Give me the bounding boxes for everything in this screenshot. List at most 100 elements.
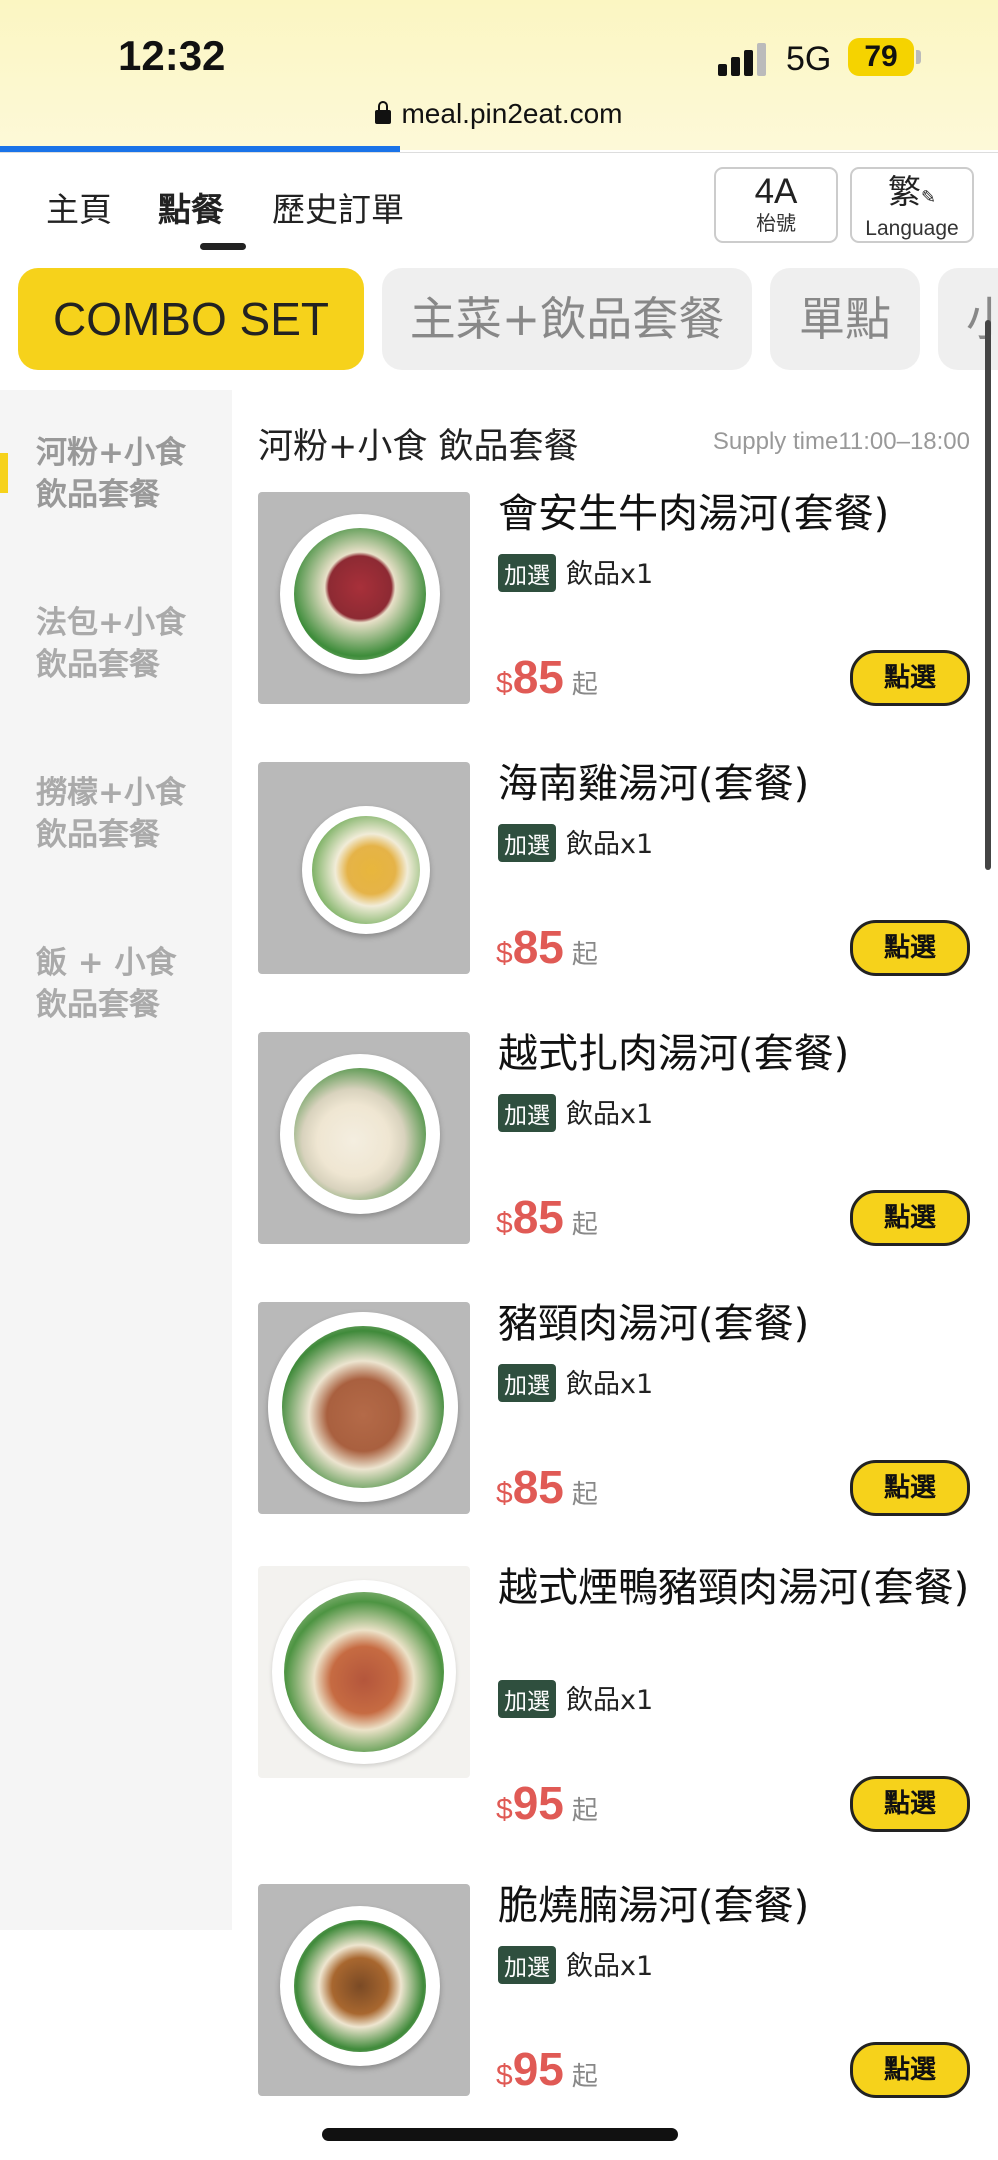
item-price: $85 起 (496, 920, 598, 974)
price-amount: 85 (512, 1461, 564, 1513)
status-time: 12:32 (118, 32, 226, 79)
price-from: 起 (571, 2061, 598, 2091)
scrollbar[interactable] (985, 320, 991, 870)
select-button[interactable]: 點選 (850, 2042, 970, 2098)
item-option: 加選 飲品x1 (498, 1092, 653, 1132)
sidebar-item-rice-combo[interactable]: 飯 + 小食 飲品套餐 (36, 942, 226, 1026)
menu-item[interactable]: 豬頸肉湯河(套餐) 加選 飲品x1 $85 起 點選 (258, 1301, 970, 1516)
table-label: 枱號 (756, 211, 796, 235)
tab-history[interactable]: 歷史訂單 (272, 183, 404, 231)
price-amount: 85 (512, 651, 564, 703)
price-from: 起 (571, 939, 598, 969)
option-badge: 加選 (498, 1946, 556, 1984)
sidebar-item-line1: 法包+小食 (36, 605, 186, 641)
price-amount: 95 (512, 2043, 564, 2095)
price-amount: 95 (512, 1777, 564, 1829)
select-button[interactable]: 點選 (850, 650, 970, 706)
menu-item[interactable]: 越式煙鴨豬頸肉湯河(套餐) 加選 飲品x1 $95 起 點選 (258, 1565, 970, 1832)
home-indicator[interactable] (322, 2128, 678, 2141)
item-option: 加選 飲品x1 (498, 822, 653, 862)
select-button[interactable]: 點選 (850, 1190, 970, 1246)
table-number: 4A (754, 172, 798, 211)
sidebar-item-line2: 飲品套餐 (36, 817, 160, 853)
dish-photo (258, 1302, 470, 1514)
dish-photo (258, 492, 470, 704)
active-category-marker (0, 453, 8, 493)
section-title: 河粉+小食 飲品套餐 (258, 427, 579, 467)
address-bar[interactable]: meal.pin2eat.com (0, 98, 998, 130)
supply-time: Supply time11:00–18:00 (712, 428, 970, 455)
sidebar-item-vermicelli-combo[interactable]: 撈檬+小食 飲品套餐 (36, 772, 226, 856)
select-button[interactable]: 點選 (850, 1776, 970, 1832)
top-nav: 主頁 點餐 歷史訂單 4A 枱號 繁✎ Language (0, 152, 998, 253)
battery-icon: 79 (848, 38, 914, 76)
price-from: 起 (571, 1209, 598, 1239)
dish-photo (258, 1032, 470, 1244)
menu-item[interactable]: 越式扎肉湯河(套餐) 加選 飲品x1 $85 起 點選 (258, 1031, 970, 1246)
sidebar-item-line2: 飲品套餐 (36, 647, 160, 683)
sidebar-item-line1: 飯 + 小食 (36, 945, 177, 981)
price-amount: 85 (512, 1191, 564, 1243)
item-name: 會安生牛肉湯河(套餐) (498, 491, 890, 537)
price-currency: $ (496, 937, 513, 970)
category-bar: COMBO SET 主菜+飲品套餐 單點 小 (0, 268, 998, 372)
item-option: 加選 飲品x1 (498, 1678, 653, 1718)
dish-photo (258, 1566, 470, 1778)
option-badge: 加選 (498, 1094, 556, 1132)
sidebar-item-line1: 河粉+小食 (36, 435, 186, 471)
category-single-item[interactable]: 單點 (770, 268, 920, 370)
price-currency: $ (496, 1793, 513, 1826)
price-currency: $ (496, 1207, 513, 1240)
tab-order[interactable]: 點餐 (158, 183, 224, 231)
menu-item[interactable]: 脆燒腩湯河(套餐) 加選 飲品x1 $95 起 點選 (258, 1883, 970, 2098)
table-number-button[interactable]: 4A 枱號 (714, 167, 838, 243)
price-from: 起 (571, 669, 598, 699)
active-tab-indicator (200, 243, 246, 250)
item-price: $95 起 (496, 2042, 598, 2096)
option-text: 飲品x1 (566, 559, 654, 590)
option-text: 飲品x1 (566, 829, 654, 860)
item-name: 越式扎肉湯河(套餐) (498, 1031, 850, 1077)
language-label: Language (865, 217, 959, 240)
dish-photo (258, 762, 470, 974)
option-badge: 加選 (498, 1680, 556, 1718)
option-badge: 加選 (498, 554, 556, 592)
category-main-drink-set[interactable]: 主菜+飲品套餐 (382, 268, 752, 370)
select-button[interactable]: 點選 (850, 920, 970, 976)
item-option: 加選 飲品x1 (498, 1362, 653, 1402)
item-option: 加選 飲品x1 (498, 552, 653, 592)
sidebar-item-line2: 飲品套餐 (36, 477, 160, 513)
price-from: 起 (571, 1795, 598, 1825)
price-currency: $ (496, 2059, 513, 2092)
dish-photo (258, 1884, 470, 2096)
sidebar-item-pho-combo[interactable]: 河粉+小食 飲品套餐 (36, 432, 226, 516)
item-price: $95 起 (496, 1776, 598, 1830)
option-text: 飲品x1 (566, 1369, 654, 1400)
tab-home[interactable]: 主頁 (46, 183, 112, 231)
sidebar-item-line2: 飲品套餐 (36, 987, 160, 1023)
battery-tip (916, 50, 921, 64)
category-combo-set[interactable]: COMBO SET (18, 268, 364, 370)
option-text: 飲品x1 (566, 1951, 654, 1982)
item-option: 加選 飲品x1 (498, 1944, 653, 1984)
language-button[interactable]: 繁✎ Language (850, 167, 974, 243)
signal-icon (718, 42, 768, 76)
menu-item[interactable]: 海南雞湯河(套餐) 加選 飲品x1 $85 起 點選 (258, 761, 970, 976)
price-currency: $ (496, 1477, 513, 1510)
item-price: $85 起 (496, 1190, 598, 1244)
pencil-icon: ✎ (920, 187, 937, 208)
option-text: 飲品x1 (566, 1099, 654, 1130)
option-badge: 加選 (498, 1364, 556, 1402)
item-name: 海南雞湯河(套餐) (498, 761, 810, 807)
language-char: 繁 (887, 172, 921, 211)
select-button[interactable]: 點選 (850, 1460, 970, 1516)
price-amount: 85 (512, 921, 564, 973)
item-price: $85 起 (496, 1460, 598, 1514)
category-sidebar: 河粉+小食 飲品套餐 法包+小食 飲品套餐 撈檬+小食 飲品套餐 飯 + 小食 … (0, 390, 232, 1930)
url-text: meal.pin2eat.com (401, 98, 623, 129)
network-label: 5G (786, 40, 832, 78)
sidebar-item-line1: 撈檬+小食 (36, 775, 186, 811)
item-name: 脆燒腩湯河(套餐) (498, 1883, 810, 1929)
sidebar-item-baguette-combo[interactable]: 法包+小食 飲品套餐 (36, 602, 226, 686)
menu-item[interactable]: 會安生牛肉湯河(套餐) 加選 飲品x1 $85 起 點選 (258, 491, 970, 706)
